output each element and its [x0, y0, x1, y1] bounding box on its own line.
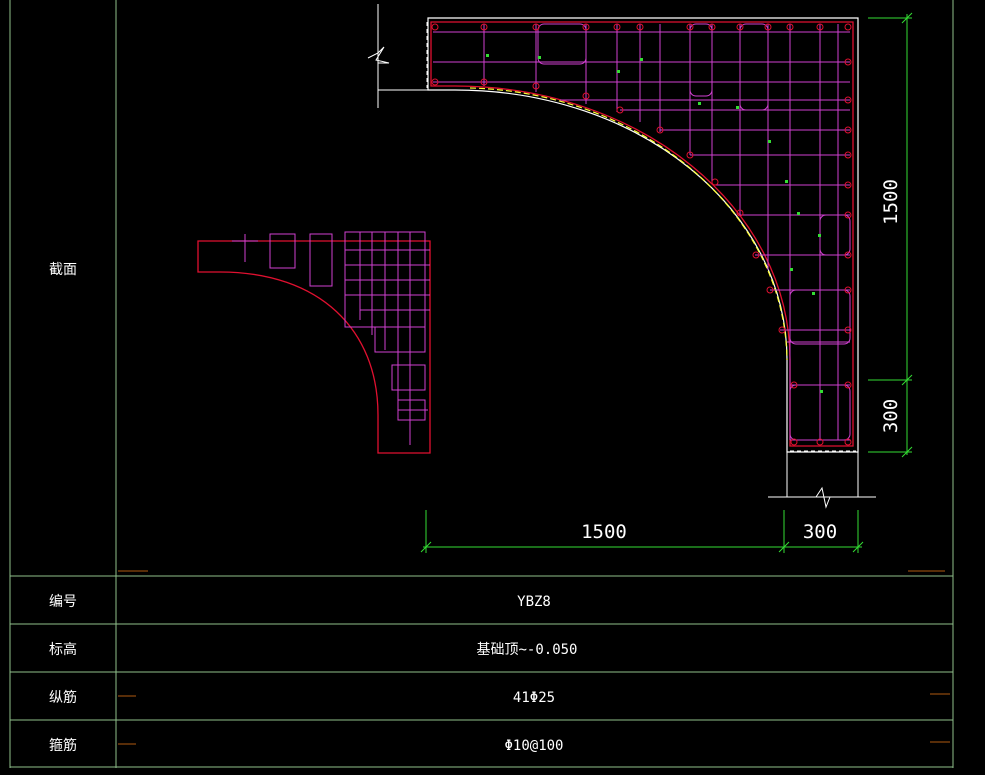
thumbnail-rebar — [232, 231, 430, 445]
row-value-longitudinal-rebar: 41Φ25 — [513, 690, 555, 706]
longitudinal-bars — [431, 23, 852, 446]
dim-bottom-short: 300 — [803, 521, 837, 543]
row-value-stirrup: Φ10@100 — [504, 738, 563, 754]
row-label-stirrup: 箍筋 — [49, 737, 77, 754]
section-label: 截面 — [49, 262, 77, 278]
main-section — [367, 4, 876, 509]
dim-right-short: 300 — [880, 399, 902, 433]
row-label-elevation: 标高 — [49, 641, 77, 658]
thumbnail-section — [197, 231, 431, 454]
left-wall-break — [367, 4, 428, 108]
drawing-canvas: 截面 编号 YBZ8 标高 基础顶~-0.050 纵筋 41Φ25 箍筋 Φ10… — [9, 0, 954, 768]
section-outline — [427, 17, 859, 453]
row-label-longitudinal-rebar: 纵筋 — [49, 689, 77, 706]
row-label-id: 编号 — [49, 594, 77, 610]
thumbnail-outline — [197, 240, 431, 454]
green-markers — [486, 54, 823, 393]
dim-right-long: 1500 — [880, 179, 902, 225]
dim-bottom-long: 1500 — [581, 521, 627, 543]
row-value-elevation: 基础顶~-0.050 — [476, 641, 577, 658]
bottom-wall-break — [768, 452, 876, 509]
row-value-id: YBZ8 — [517, 594, 551, 610]
